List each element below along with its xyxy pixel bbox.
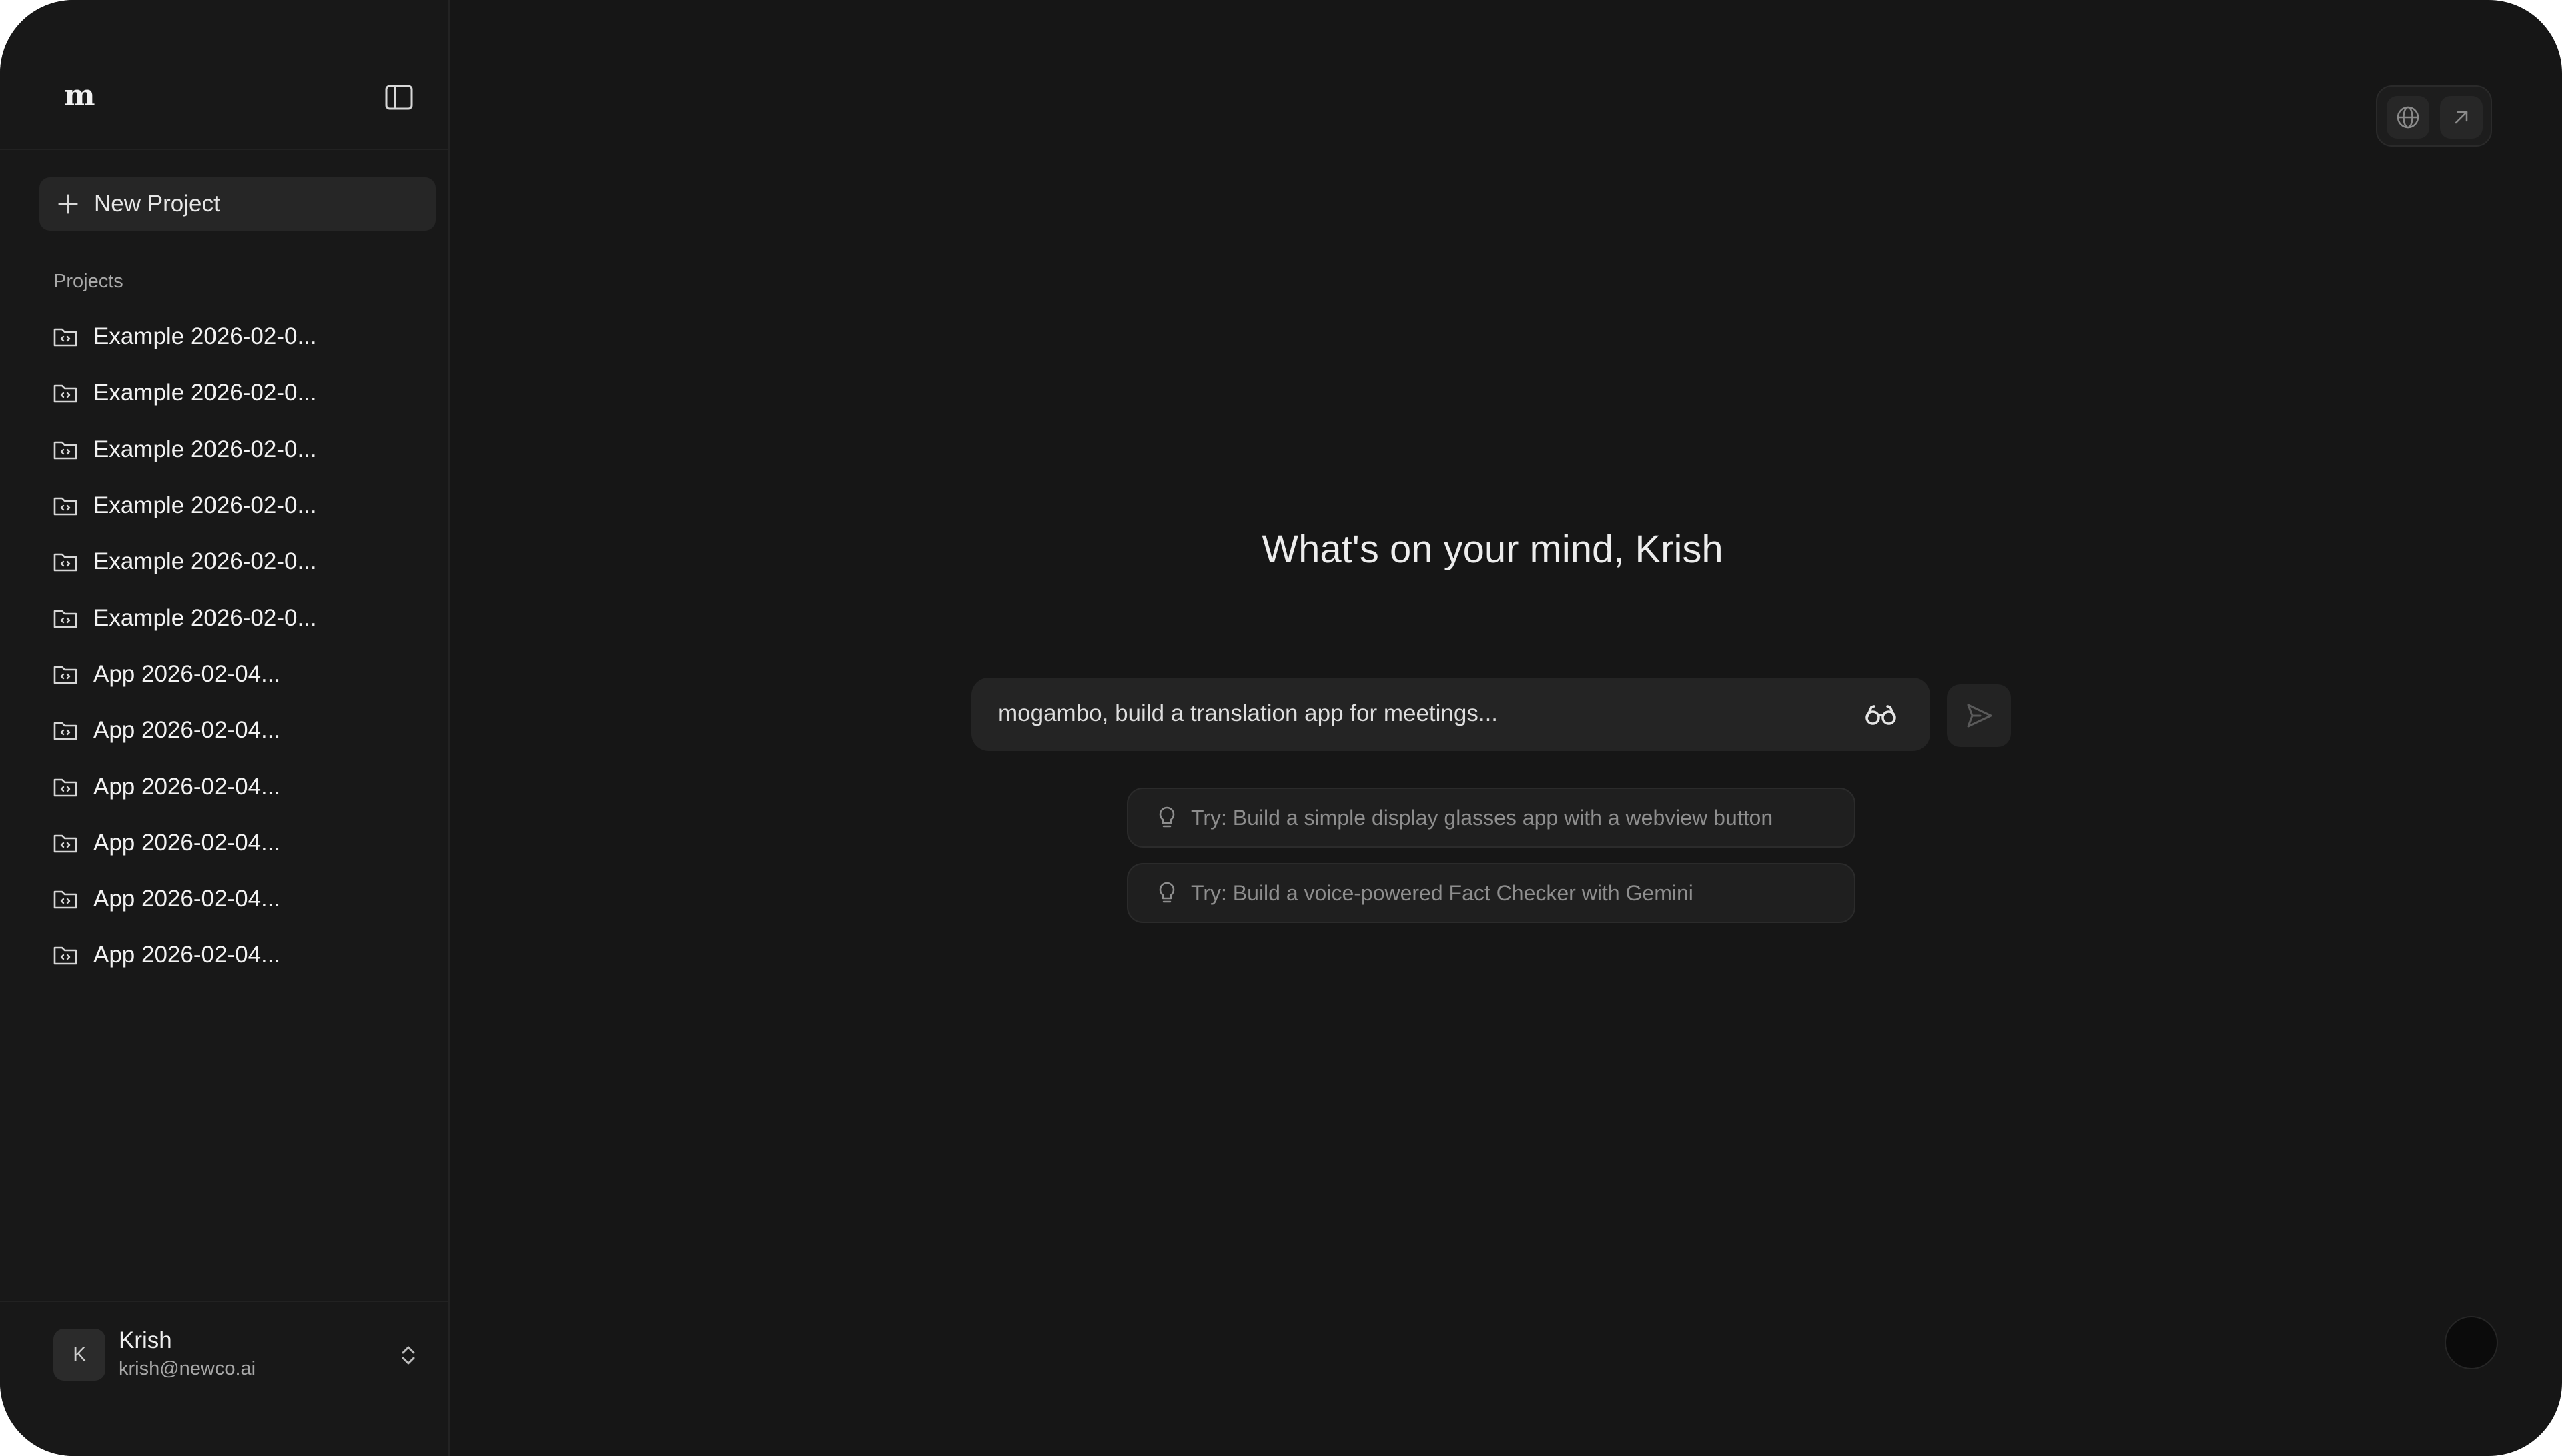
sidebar-toggle-icon	[385, 85, 413, 110]
new-project-button[interactable]: New Project	[39, 177, 436, 231]
user-email: krish@newco.ai	[119, 1358, 256, 1379]
project-item[interactable]: Example 2026-02-0...	[52, 478, 439, 534]
project-name: App 2026-02-04...	[93, 773, 281, 800]
folder-code-icon	[53, 666, 77, 684]
project-item[interactable]: App 2026-02-04...	[52, 871, 439, 927]
project-name: App 2026-02-04...	[93, 717, 281, 744]
project-item[interactable]: Example 2026-02-0...	[52, 309, 439, 365]
project-name: App 2026-02-04...	[93, 660, 281, 687]
sidebar-toggle-button[interactable]	[384, 84, 414, 111]
lightbulb-icon	[1159, 882, 1175, 903]
project-name: Example 2026-02-0...	[93, 492, 317, 519]
project-name: App 2026-02-04...	[93, 942, 281, 968]
folder-code-icon	[53, 328, 77, 347]
page-title: What's on your mind, Krish	[1262, 528, 1723, 571]
folder-code-icon	[53, 778, 77, 796]
project-name: Example 2026-02-0...	[93, 548, 317, 575]
project-item[interactable]: App 2026-02-04...	[52, 815, 439, 871]
globe-icon	[2397, 106, 2419, 129]
project-name: Example 2026-02-0...	[93, 436, 317, 462]
top-right-controls	[2376, 85, 2492, 147]
suggestion-chip[interactable]: Try: Build a simple display glasses app …	[1127, 788, 1855, 848]
suggestion-chip[interactable]: Try: Build a voice-powered Fact Checker …	[1127, 863, 1855, 923]
folder-code-icon	[53, 385, 77, 403]
project-item[interactable]: Example 2026-02-0...	[52, 365, 439, 421]
folder-code-icon	[53, 947, 77, 965]
app-logo[interactable]: m	[64, 79, 95, 113]
suggestion-text: Try: Build a voice-powered Fact Checker …	[1191, 880, 1693, 905]
language-button[interactable]	[2387, 96, 2429, 139]
project-name: Example 2026-02-0...	[93, 380, 317, 406]
project-name: Example 2026-02-0...	[93, 604, 317, 631]
plus-icon	[58, 194, 78, 214]
folder-code-icon	[53, 834, 77, 853]
suggestion-text: Try: Build a simple display glasses app …	[1191, 805, 1773, 830]
glasses-icon	[1865, 705, 1896, 725]
project-item[interactable]: App 2026-02-04...	[52, 758, 439, 814]
project-name: Example 2026-02-0...	[93, 323, 317, 350]
project-item[interactable]: Example 2026-02-0...	[52, 534, 439, 590]
folder-code-icon	[53, 610, 77, 628]
user-name: Krish	[119, 1327, 172, 1353]
sidebar: m New Project Projects Example 2026-02-0…	[0, 0, 450, 1456]
project-item[interactable]: App 2026-02-04...	[52, 702, 439, 758]
user-profile-menu[interactable]: K Krish krish@newco.ai	[0, 1301, 448, 1456]
folder-code-icon	[53, 441, 77, 460]
arrow-up-right-icon	[2455, 111, 2468, 124]
project-list: Example 2026-02-0... Example 2026-02-0...…	[52, 309, 439, 984]
prompt-input[interactable]: mogambo, build a translation app for mee…	[971, 678, 1930, 751]
chevrons-up-down-icon[interactable]	[396, 1343, 420, 1367]
send-button[interactable]	[1947, 684, 2011, 747]
app-window: m New Project Projects Example 2026-02-0…	[0, 0, 2562, 1456]
project-item[interactable]: Example 2026-02-0...	[52, 590, 439, 646]
project-item[interactable]: App 2026-02-04...	[52, 646, 439, 702]
project-name: App 2026-02-04...	[93, 886, 281, 912]
folder-code-icon	[53, 722, 77, 740]
lightbulb-icon	[1159, 806, 1175, 828]
glasses-button[interactable]	[1864, 698, 1897, 731]
project-name: App 2026-02-04...	[93, 829, 281, 856]
open-external-button[interactable]	[2440, 96, 2483, 139]
folder-code-icon	[53, 554, 77, 572]
folder-code-icon	[53, 497, 77, 516]
folder-code-icon	[53, 890, 77, 909]
project-item[interactable]: Example 2026-02-0...	[52, 422, 439, 478]
sidebar-header: m	[0, 0, 448, 150]
new-project-label: New Project	[94, 191, 220, 217]
projects-section-title: Projects	[53, 271, 123, 292]
prompt-placeholder: mogambo, build a translation app for mee…	[998, 700, 1499, 726]
avatar: K	[53, 1329, 105, 1381]
send-icon	[1967, 704, 1992, 728]
project-item[interactable]: App 2026-02-04...	[52, 927, 439, 983]
help-button[interactable]	[2445, 1316, 2498, 1369]
